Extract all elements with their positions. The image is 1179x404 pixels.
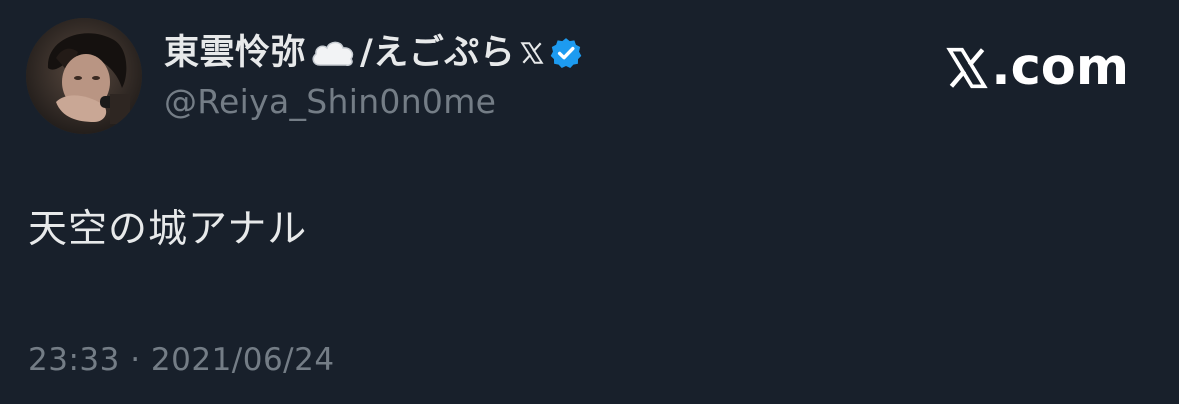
display-name-row[interactable]: 東雲怜弥 /えごぷら (164, 28, 583, 78)
tweet-text: 天空の城アナル (28, 207, 308, 252)
x-brand-watermark: .com (945, 38, 1129, 98)
x-logo-icon (945, 45, 989, 91)
user-handle[interactable]: @Reiya_Shin0n0me (164, 80, 496, 124)
x-logo-icon (519, 40, 545, 66)
cloud-emoji-icon (310, 38, 356, 68)
tweet-timestamp[interactable]: 23:33 · 2021/06/24 (28, 338, 335, 382)
tweet-card: 東雲怜弥 /えごぷら @Reiya_Shin0n0me .com 天空の城アナル… (0, 0, 1179, 404)
brand-suffix: .com (991, 38, 1129, 97)
avatar-image (26, 18, 142, 134)
avatar[interactable] (26, 18, 142, 134)
display-name-part2: /えごぷら (360, 33, 516, 73)
verified-badge-icon (549, 36, 583, 70)
display-name-part1: 東雲怜弥 (164, 33, 307, 73)
